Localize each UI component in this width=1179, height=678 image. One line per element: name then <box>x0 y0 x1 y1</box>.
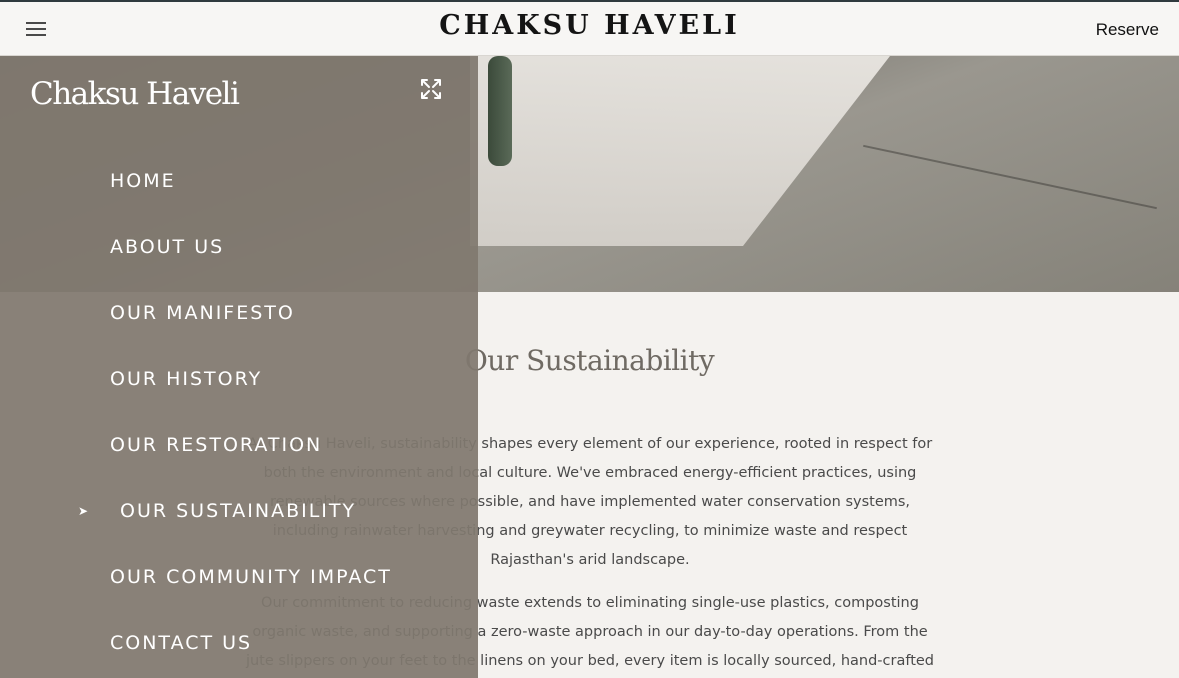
cactus-plant <box>488 56 512 166</box>
nav-item-home[interactable]: HOME <box>0 148 478 214</box>
nav-item-label: OUR COMMUNITY IMPACT <box>110 566 392 588</box>
reserve-link[interactable]: Reserve <box>1096 20 1159 40</box>
nav-item-label: OUR RESTORATION <box>110 434 323 456</box>
drawer-brand[interactable]: Chaksu Haveli <box>30 76 240 112</box>
nav-item-our-community-impact[interactable]: OUR COMMUNITY IMPACT <box>0 544 478 610</box>
nav-item-our-sustainability[interactable]: ➤ OUR SUSTAINABILITY <box>0 478 478 544</box>
nav-item-label: CONTACT US <box>110 632 253 654</box>
floor-crack <box>863 144 1157 210</box>
nav-item-contact-us[interactable]: CONTACT US <box>0 610 478 676</box>
nav-item-label: OUR SUSTAINABILITY <box>120 500 357 522</box>
site-title[interactable]: CHAKSU HAVELI <box>0 10 1179 41</box>
nav-item-about-us[interactable]: ABOUT US <box>0 214 478 280</box>
nav-item-label: ABOUT US <box>110 236 225 258</box>
site-header: CHAKSU HAVELI Reserve <box>0 0 1179 56</box>
arrow-right-icon: ➤ <box>78 504 91 518</box>
nav-item-label: HOME <box>110 170 176 192</box>
nav-item-our-history[interactable]: OUR HISTORY <box>0 346 478 412</box>
drawer-nav: HOME ABOUT US OUR MANIFESTO OUR HISTORY … <box>0 148 478 676</box>
nav-item-our-manifesto[interactable]: OUR MANIFESTO <box>0 280 478 346</box>
nav-item-label: OUR MANIFESTO <box>110 302 295 324</box>
close-icon[interactable] <box>419 77 443 101</box>
nav-item-our-restoration[interactable]: OUR RESTORATION <box>0 412 478 478</box>
nav-item-label: OUR HISTORY <box>110 368 263 390</box>
sunlight-patch <box>470 56 890 246</box>
nav-drawer: Chaksu Haveli HOME ABOUT US OUR MANIFEST… <box>0 56 478 678</box>
